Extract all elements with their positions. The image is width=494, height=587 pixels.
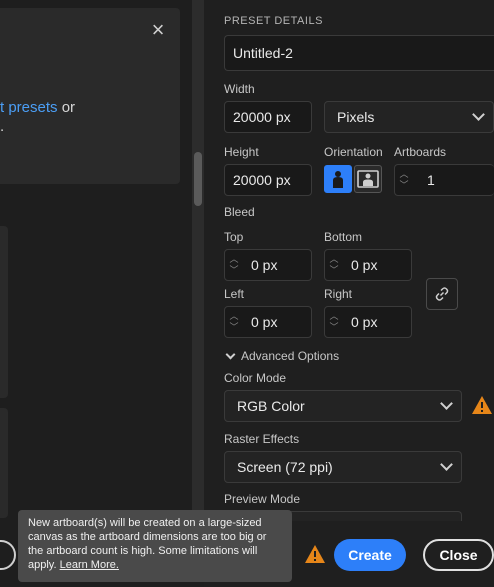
height-value: 20000 px xyxy=(233,172,291,188)
scrollbar-track[interactable] xyxy=(192,0,204,512)
preset-card[interactable] xyxy=(0,226,8,398)
width-label: Width xyxy=(224,82,255,96)
bleed-label: Bleed xyxy=(224,205,255,219)
orientation-label: Orientation xyxy=(324,145,383,159)
bleed-top-stepper[interactable]: ︿ ﹀ 0 px xyxy=(224,249,312,281)
close-icon[interactable]: × xyxy=(148,19,168,41)
more-presets-button[interactable] xyxy=(0,540,16,570)
artboards-value: 1 xyxy=(427,172,435,188)
bleed-right-stepper[interactable]: ︿ ﹀ 0 px xyxy=(324,306,412,338)
bleed-top-label: Top xyxy=(224,230,244,244)
artboards-stepper[interactable]: ︿ ﹀ 1 xyxy=(394,164,494,196)
color-mode-dropdown[interactable]: RGB Color xyxy=(224,390,462,422)
color-mode-label: Color Mode xyxy=(224,371,287,385)
bleed-bottom-stepper[interactable]: ︿ ﹀ 0 px xyxy=(324,249,412,281)
raster-effects-value: Screen (72 ppi) xyxy=(237,459,333,475)
bleed-right-value: 0 px xyxy=(351,314,378,330)
landscape-icon xyxy=(357,170,379,188)
presets-info-text: t presets or xyxy=(0,99,75,116)
preset-details-title: PRESET DETAILS xyxy=(224,15,323,27)
bleed-top-value: 0 px xyxy=(251,257,278,273)
bleed-bottom-label: Bottom xyxy=(324,230,363,244)
width-input[interactable]: 20000 px xyxy=(224,101,312,133)
link-icon xyxy=(435,287,449,301)
stepper-arrows[interactable]: ︿ ﹀ xyxy=(325,250,343,280)
landscape-orientation-button[interactable] xyxy=(354,165,382,193)
presets-info-text-after: or xyxy=(57,99,76,116)
stepper-arrows[interactable]: ︿ ﹀ xyxy=(395,165,413,195)
chevron-down-icon xyxy=(225,349,236,360)
link-bleed-button[interactable] xyxy=(426,278,458,310)
chevron-down-icon xyxy=(440,397,453,410)
height-label: Height xyxy=(224,145,259,159)
bleed-left-stepper[interactable]: ︿ ﹀ 0 px xyxy=(224,306,312,338)
close-button[interactable]: Close xyxy=(423,539,494,571)
stepper-arrows[interactable]: ︿ ﹀ xyxy=(225,250,243,280)
raster-effects-dropdown[interactable]: Screen (72 ppi) xyxy=(224,451,462,483)
color-mode-value: RGB Color xyxy=(237,398,305,414)
learn-more-link[interactable]: Learn More. xyxy=(60,559,119,571)
bleed-right-label: Right xyxy=(324,287,353,301)
create-button[interactable]: Create xyxy=(334,539,406,571)
preset-name-input[interactable]: Untitled-2 xyxy=(224,35,494,71)
warning-icon xyxy=(305,545,325,563)
preset-name-value: Untitled-2 xyxy=(233,45,293,61)
stepper-arrows[interactable]: ︿ ﹀ xyxy=(325,307,343,337)
large-canvas-tooltip: New artboard(s) will be created on a lar… xyxy=(18,510,292,582)
chevron-down-icon xyxy=(440,458,453,471)
warning-icon xyxy=(472,396,492,414)
units-dropdown[interactable]: Pixels xyxy=(324,101,494,133)
portrait-icon xyxy=(333,171,343,188)
artboards-label: Artboards xyxy=(394,145,447,159)
width-value: 20000 px xyxy=(233,109,291,125)
height-input[interactable]: 20000 px xyxy=(224,164,312,196)
advanced-options-label: Advanced Options xyxy=(241,349,340,363)
stepper-arrows[interactable]: ︿ ﹀ xyxy=(225,307,243,337)
scrollbar-thumb[interactable] xyxy=(194,152,202,206)
units-value: Pixels xyxy=(337,109,375,125)
preview-mode-label: Preview Mode xyxy=(224,492,301,506)
chevron-down-icon xyxy=(472,108,485,121)
bleed-bottom-value: 0 px xyxy=(351,257,378,273)
bleed-left-value: 0 px xyxy=(251,314,278,330)
portrait-orientation-button[interactable] xyxy=(324,165,352,193)
raster-effects-label: Raster Effects xyxy=(224,432,300,446)
presets-info-text-line2: . xyxy=(0,118,5,135)
preset-card[interactable] xyxy=(0,408,8,518)
presets-link[interactable]: t presets xyxy=(0,99,58,116)
bleed-left-label: Left xyxy=(224,287,245,301)
advanced-options-toggle[interactable]: Advanced Options xyxy=(224,349,339,363)
